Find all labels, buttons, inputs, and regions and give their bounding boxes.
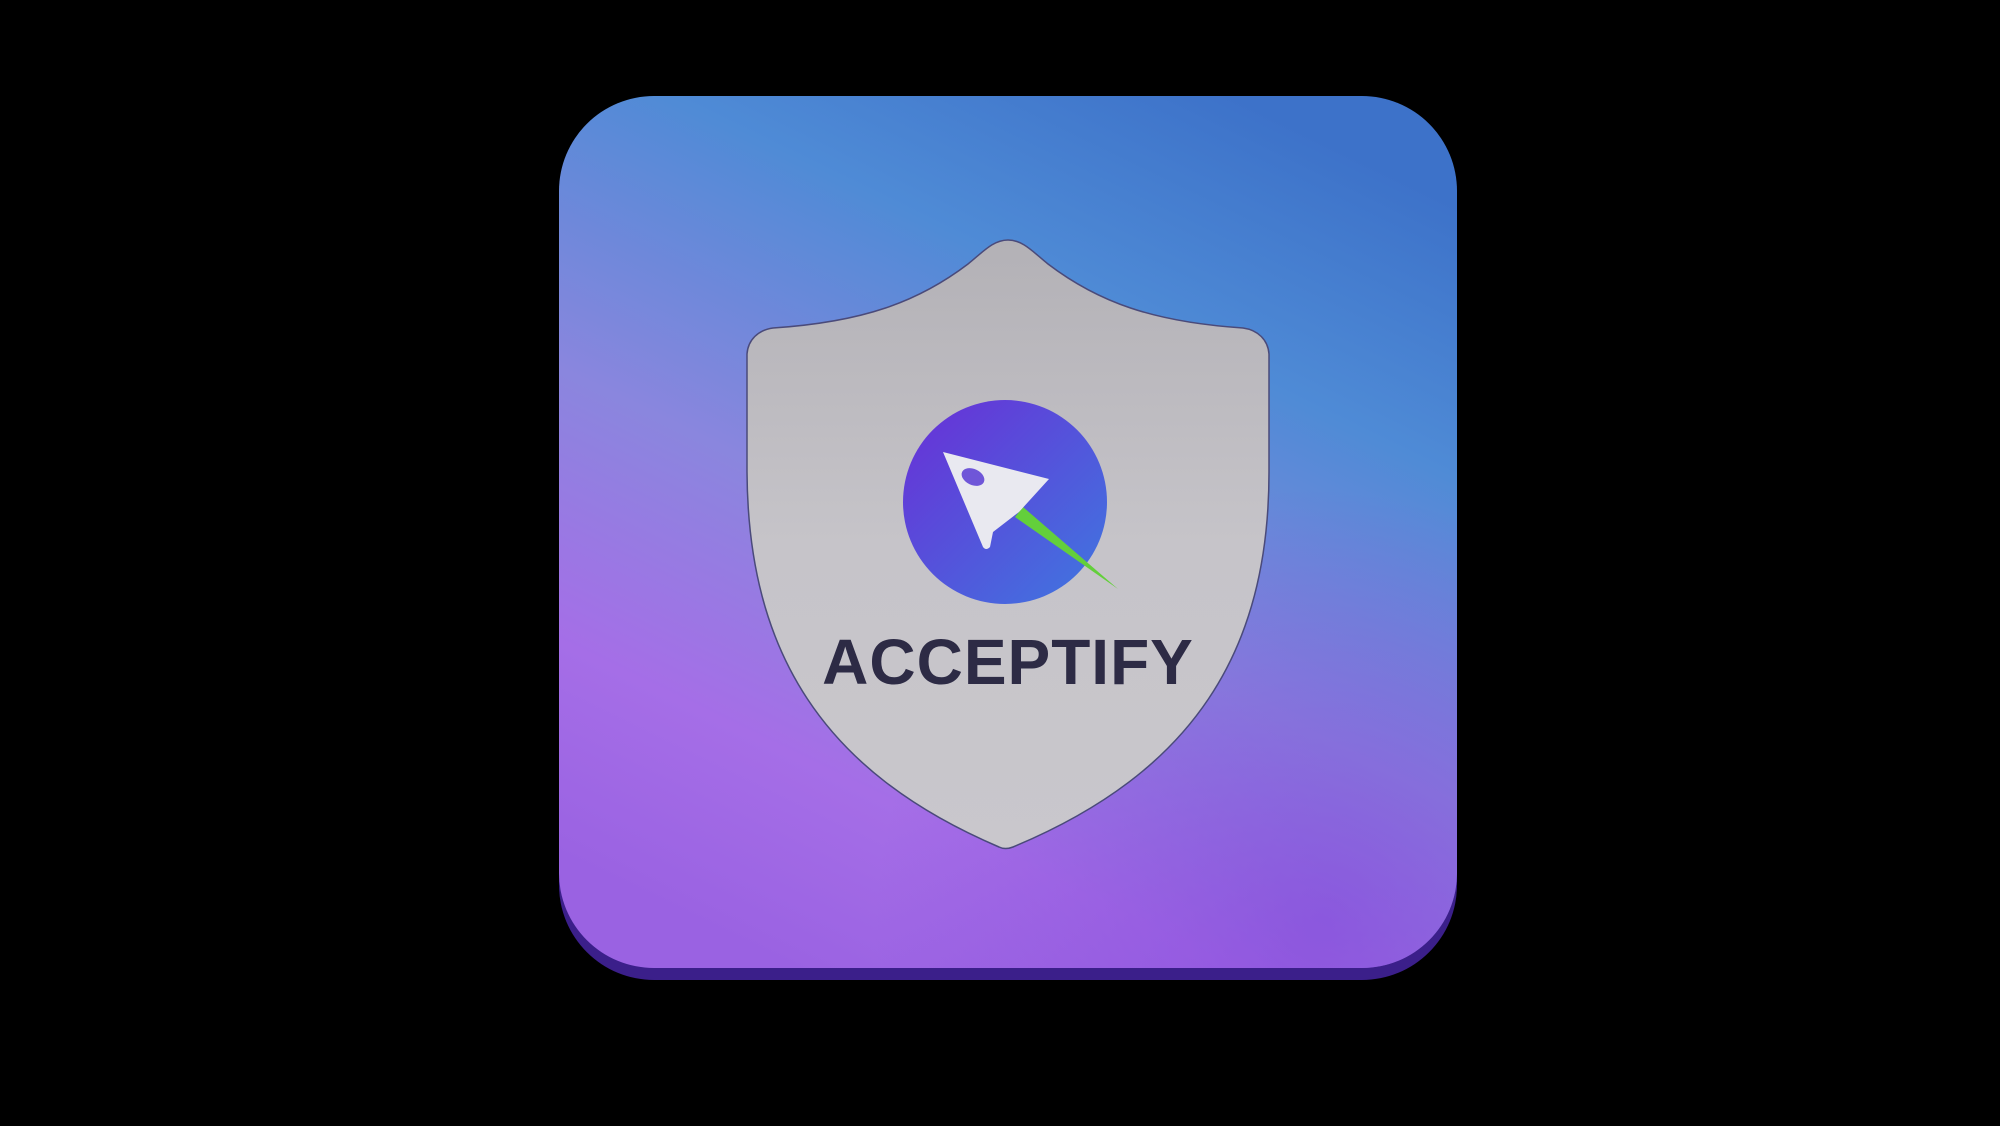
app-icon-graphic bbox=[559, 96, 1457, 980]
app-icon bbox=[553, 92, 1463, 985]
brand-name: ACCEPTIFY bbox=[822, 626, 1194, 698]
canvas: ACCEPTIFY bbox=[0, 0, 2000, 1126]
